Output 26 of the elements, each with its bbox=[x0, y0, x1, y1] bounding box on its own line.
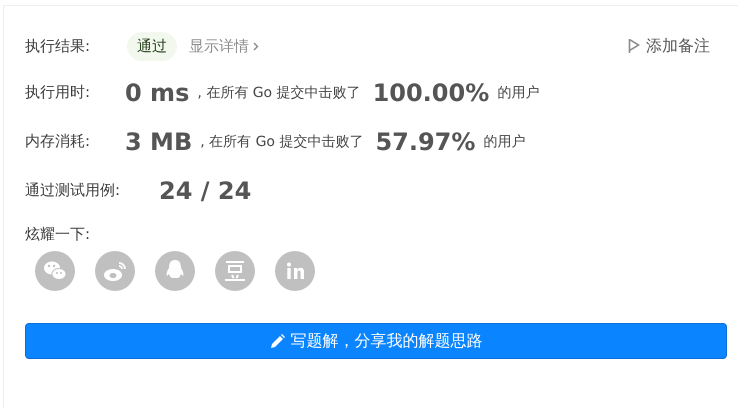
add-note-button[interactable]: 添加备注 bbox=[628, 36, 710, 56]
stat-percent: 57.97% bbox=[375, 128, 476, 156]
result-label: 执行结果: bbox=[25, 36, 92, 56]
stat-text: , 在所有 Go 提交中击败了 bbox=[200, 132, 364, 150]
stat-text: 的用户 bbox=[483, 132, 526, 150]
stat-label: 内存消耗: bbox=[25, 132, 92, 151]
chevron-icon bbox=[253, 42, 259, 50]
status-badge: 通过 bbox=[127, 32, 177, 60]
write-solution-button[interactable]: 写题解，分享我的解题思路 bbox=[25, 323, 727, 359]
linkedin-icon[interactable] bbox=[275, 251, 315, 291]
details-link[interactable]: 显示详情 bbox=[189, 36, 259, 56]
penguin-icon[interactable] bbox=[155, 251, 195, 291]
stat-value: 3 MB bbox=[125, 128, 192, 156]
eye-swirl-icon[interactable] bbox=[95, 251, 135, 291]
testcase-value: 24 / 24 bbox=[159, 176, 252, 204]
chat-bubbles-icon[interactable] bbox=[35, 251, 75, 291]
stat-label: 执行用时: bbox=[25, 83, 92, 102]
share-label: 炫耀一下: bbox=[25, 224, 92, 244]
pencil-icon bbox=[270, 334, 284, 348]
stat-text: 的用户 bbox=[497, 84, 540, 102]
bean-icon[interactable] bbox=[215, 251, 255, 291]
stat-percent: 100.00% bbox=[372, 78, 490, 106]
flag-icon bbox=[628, 38, 640, 54]
stat-text: , 在所有 Go 提交中击败了 bbox=[197, 84, 361, 102]
stat-value: 0 ms bbox=[125, 78, 190, 106]
testcase-label: 通过测试用例: bbox=[25, 181, 122, 200]
